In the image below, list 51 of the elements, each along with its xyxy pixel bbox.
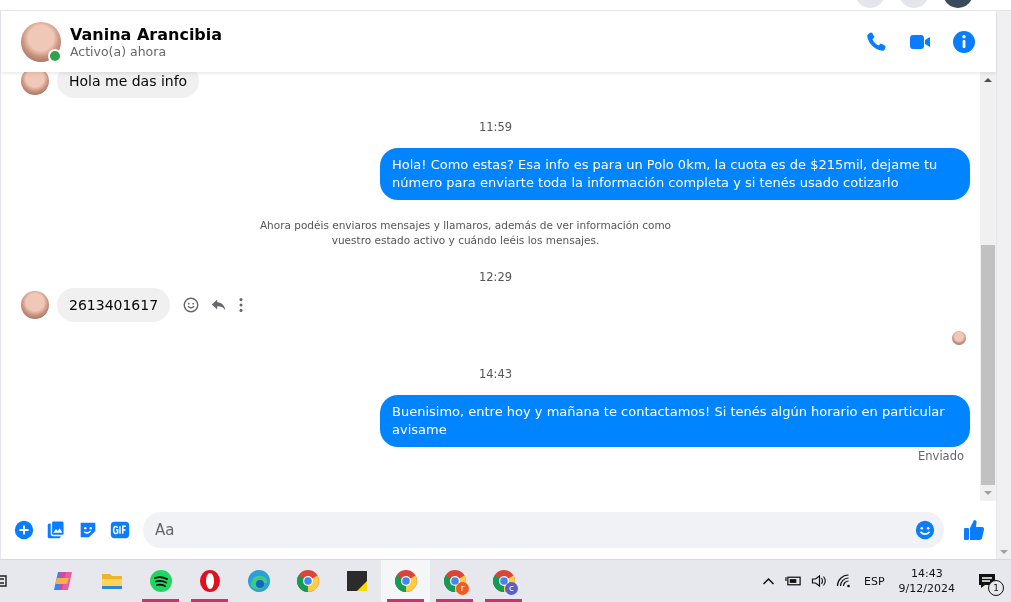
- avatar-photo[interactable]: [21, 21, 61, 62]
- language-indicator[interactable]: ESP: [864, 574, 885, 588]
- running-indicator: [485, 599, 522, 602]
- scroll-down-icon[interactable]: [984, 490, 992, 496]
- thumbs-up-icon[interactable]: [962, 518, 986, 542]
- taskbar-app[interactable]: c: [479, 560, 528, 602]
- contact-name[interactable]: Vanina Arancibia: [70, 24, 864, 44]
- message-bubble[interactable]: 2613401617: [57, 288, 171, 322]
- info-icon[interactable]: [952, 29, 976, 54]
- running-indicator: [387, 599, 424, 602]
- notice-text: Ahora podéis enviaros mensajes y llamaros, además de ver información como vuestro estado activo y cuándo leéis los mensajes.: [258, 218, 673, 248]
- message-bubble[interactable]: Hola me das info: [57, 72, 200, 98]
- timestamp: 12:29: [477, 270, 514, 284]
- profile-badge: r: [456, 582, 469, 595]
- timestamp: 14:43: [477, 367, 514, 381]
- task-view-icon[interactable]: [0, 573, 8, 589]
- scroll-down-icon[interactable]: [1000, 549, 1008, 555]
- clock-date: 9/12/2024: [898, 581, 955, 596]
- plus-icon[interactable]: [13, 519, 35, 541]
- scroll-up-icon[interactable]: [984, 77, 992, 83]
- scrollbar-thumb[interactable]: [981, 245, 995, 485]
- more-options-icon[interactable]: [238, 296, 245, 314]
- running-indicator: [191, 599, 228, 602]
- message-bubble[interactable]: Buenisimo, entre hoy y mañana te contactamos! Si tenés algún horario en particular avisame: [380, 395, 970, 447]
- gif-icon[interactable]: [109, 519, 131, 541]
- read-receipt-avatar: [952, 331, 966, 345]
- message-bubble[interactable]: Hola! Como estas? Esa info es para un Polo 0km, la cuota es de $215mil, dejame tu número para enviarte toda la información completa y si tenés usado cotizarlo: [380, 148, 970, 200]
- image-icon[interactable]: [45, 519, 67, 541]
- smiley-icon[interactable]: [182, 296, 201, 314]
- avatar-photo[interactable]: [21, 291, 49, 319]
- speaker-icon[interactable]: [810, 573, 827, 589]
- timestamp: 11:59: [477, 120, 514, 134]
- running-indicator: [436, 599, 473, 602]
- wifi-icon[interactable]: [835, 573, 852, 589]
- phone-icon[interactable]: [864, 29, 888, 54]
- sticky-note-icon: [344, 569, 369, 593]
- edge-logo-icon: [246, 569, 271, 593]
- contact-status: Activo(a) ahora: [70, 43, 168, 59]
- opera-logo-icon: [197, 569, 222, 593]
- delivery-status: Enviado: [917, 449, 965, 463]
- clock-time: 14:43: [910, 566, 943, 581]
- chrome-logo-icon: [295, 569, 320, 593]
- scrollbar[interactable]: [980, 72, 996, 501]
- running-indicator: [142, 599, 179, 602]
- profile-badge: c: [505, 582, 518, 595]
- notification-count: 1: [988, 580, 1004, 596]
- clock[interactable]: 14:43 9/12/2024: [898, 566, 955, 596]
- avatar-photo[interactable]: [21, 72, 49, 95]
- emoji-icon[interactable]: [914, 519, 936, 541]
- spotify-logo-icon: [148, 569, 173, 593]
- chrome-logo-icon: [393, 569, 418, 593]
